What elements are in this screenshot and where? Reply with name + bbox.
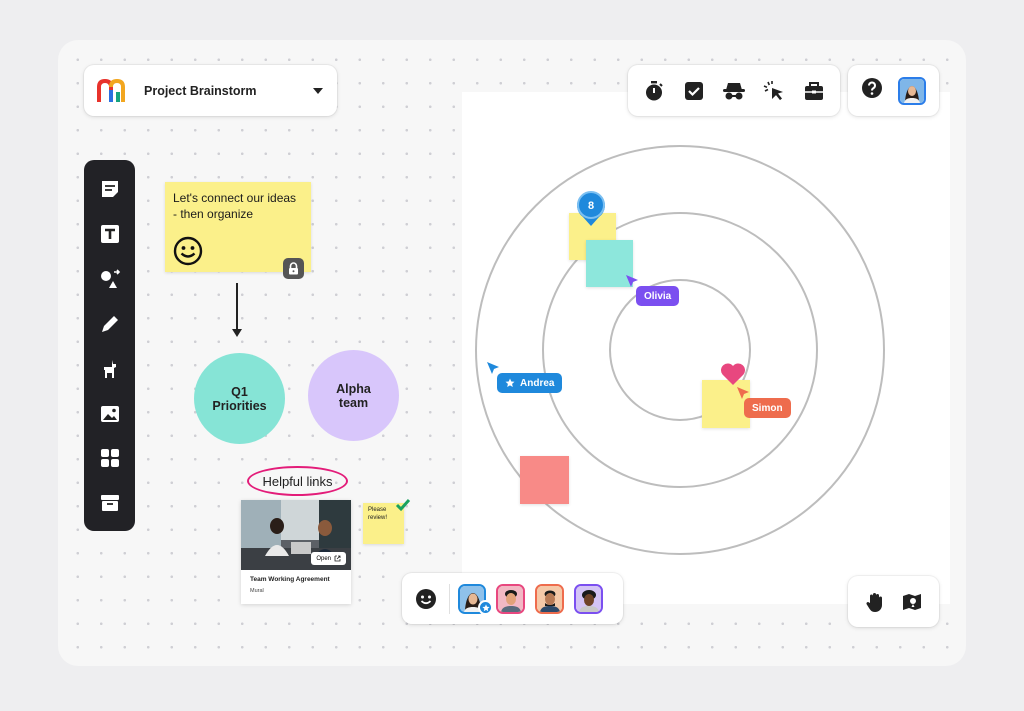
- archive-icon[interactable]: [92, 486, 128, 520]
- reaction-smiley-icon[interactable]: [412, 584, 441, 614]
- sticky-note-icon[interactable]: [92, 172, 128, 206]
- participants-bar: [402, 573, 623, 624]
- divider: [448, 583, 450, 614]
- smiley-icon: [173, 236, 203, 266]
- open-link-label: Open: [316, 555, 331, 562]
- link-card-subtitle: Mural: [250, 588, 264, 594]
- user-avatar[interactable]: [897, 76, 926, 105]
- target-rings: [475, 145, 885, 555]
- pencil-icon[interactable]: [92, 307, 128, 341]
- heart-icon: [720, 363, 746, 385]
- private-mode-icon[interactable]: [721, 78, 747, 104]
- circle-label: Q1 Priorities: [212, 384, 267, 413]
- host-star-icon: [478, 600, 493, 615]
- andrea-cursor-tag: Andrea: [497, 373, 563, 393]
- participant-avatar-2[interactable]: [496, 583, 526, 614]
- link-card-image: Open: [241, 500, 351, 570]
- circle-label: Alpha team: [336, 381, 371, 410]
- mural-logo: [97, 78, 125, 102]
- image-icon[interactable]: [92, 396, 128, 430]
- andrea-cursor-icon: [487, 362, 499, 374]
- help-icon[interactable]: [861, 77, 883, 104]
- checkmark-icon: [395, 499, 411, 512]
- sticky-text: Let's connect our ideas - then organize: [173, 191, 297, 221]
- external-link-icon: [334, 555, 341, 562]
- project-title: Project Brainstorm: [144, 83, 257, 98]
- q1-priorities-circle[interactable]: Q1 Priorities: [194, 353, 285, 444]
- chevron-down-icon[interactable]: [313, 87, 323, 94]
- salmon-sticky[interactable]: [520, 456, 569, 504]
- timer-icon[interactable]: [641, 78, 667, 104]
- link-card[interactable]: Open Team Working Agreement Mural: [241, 500, 351, 604]
- participant-avatar-4[interactable]: [574, 583, 603, 614]
- olivia-cursor-icon: [626, 275, 638, 287]
- navigation-tools: [848, 576, 939, 627]
- open-link-button[interactable]: Open: [311, 552, 346, 565]
- hand-icon[interactable]: [862, 589, 888, 615]
- text-icon[interactable]: [92, 217, 128, 251]
- toolbox-icon[interactable]: [801, 78, 827, 104]
- top-toolbar: [628, 65, 840, 116]
- cursor-click-icon[interactable]: [761, 78, 787, 104]
- templates-grid-icon[interactable]: [92, 441, 128, 475]
- vote-pin-icon[interactable]: 8: [575, 190, 607, 228]
- helpful-links-label[interactable]: Helpful links: [247, 466, 348, 496]
- map-icon[interactable]: [899, 589, 925, 615]
- simon-cursor-tag: Simon: [744, 398, 791, 418]
- star-icon: [505, 378, 515, 387]
- checkbox-icon[interactable]: [681, 78, 707, 104]
- help-card: [848, 65, 939, 116]
- lock-icon[interactable]: [283, 258, 304, 279]
- participant-avatar-3[interactable]: [535, 583, 565, 614]
- andrea-name: Andrea: [520, 377, 555, 389]
- project-header[interactable]: Project Brainstorm: [84, 65, 337, 116]
- olivia-cursor-tag: Olivia: [636, 286, 680, 306]
- vote-count: 8: [588, 200, 594, 212]
- link-card-title: Team Working Agreement: [250, 576, 330, 583]
- shapes-connectors-icon[interactable]: [92, 262, 128, 296]
- left-toolbar: [84, 160, 135, 531]
- alpha-team-circle[interactable]: Alpha team: [308, 350, 399, 441]
- connector-arrow: [232, 283, 242, 337]
- llama-icon[interactable]: [92, 352, 128, 386]
